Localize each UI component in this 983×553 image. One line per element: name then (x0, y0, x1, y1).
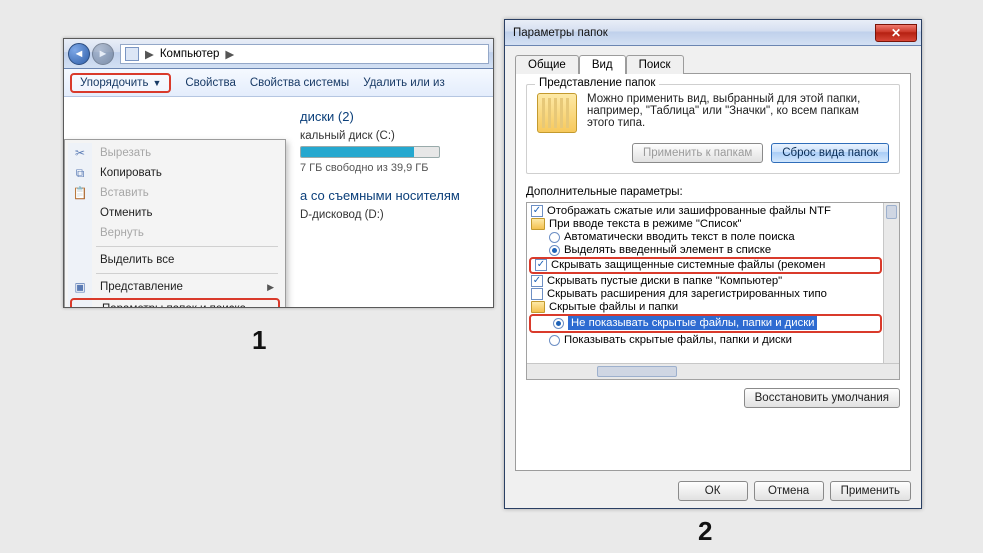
menu-paste[interactable]: 📋 Вставить (68, 183, 282, 203)
menu-folder-options[interactable]: Параметры папок и поиска (70, 298, 280, 308)
list-item[interactable]: Выделять введенный элемент в списке (529, 244, 899, 257)
drive-free-text: 7 ГБ свободно из 39,9 ГБ (300, 162, 485, 174)
advanced-list: Отображать сжатые или зашифрованные файл… (526, 202, 900, 380)
menu-copy[interactable]: ⧉ Копировать (68, 163, 282, 183)
organize-button[interactable]: Упорядочить ▼ (70, 73, 171, 93)
organize-label: Упорядочить (80, 77, 148, 89)
advanced-label: Дополнительные параметры: (526, 186, 900, 198)
highlight-box: Скрывать защищенные системные файлы (рек… (529, 257, 882, 274)
copy-icon: ⧉ (72, 165, 88, 181)
drive-d[interactable]: D-дисковод (D:) (300, 209, 485, 221)
list-item[interactable]: Скрывать расширения для зарегистрированн… (529, 288, 899, 301)
chevron-right-icon: ▶ (267, 282, 274, 293)
properties-button[interactable]: Свойства (185, 77, 236, 89)
dialog-titlebar: Параметры папок ✕ (505, 20, 921, 46)
menu-cut[interactable]: ✂ Вырезать (68, 143, 282, 163)
layout-icon: ▣ (72, 279, 88, 295)
list-item[interactable]: Скрывать пустые диски в папке "Компьютер… (529, 275, 899, 288)
tab-general[interactable]: Общие (515, 55, 579, 74)
scrollbar-horizontal[interactable] (527, 363, 899, 379)
computer-icon (125, 47, 139, 61)
cut-icon: ✂ (72, 145, 88, 161)
folder-icon (537, 93, 577, 133)
apply-button[interactable]: Применить (830, 481, 911, 501)
list-item[interactable]: Показывать скрытые файлы, папки и диски (529, 334, 899, 347)
menu-separator (96, 246, 278, 247)
menu-separator (96, 273, 278, 274)
folder-icon (531, 218, 545, 230)
explorer-body: диски (2) кальный диск (C:) 7 ГБ свободн… (64, 97, 493, 307)
highlight-box: Не показывать скрытые файлы, папки и дис… (529, 314, 882, 333)
list-item[interactable]: Автоматически вводить текст в поле поиск… (529, 231, 899, 244)
group-legend: Представление папок (535, 77, 659, 89)
remove-button[interactable]: Удалить или из (363, 77, 445, 89)
folder-icon (531, 301, 545, 313)
tab-search[interactable]: Поиск (626, 55, 684, 74)
annotation-label-1: 1 (252, 325, 266, 356)
drive-usage-bar (300, 146, 440, 158)
checkbox-icon[interactable] (535, 259, 547, 271)
list-item[interactable]: Отображать сжатые или зашифрованные файл… (529, 205, 899, 218)
organize-menu: ✂ Вырезать ⧉ Копировать 📋 Вставить Отмен… (64, 139, 286, 308)
explorer-titlebar: ◄ ► ▶ Компьютер ▶ (64, 39, 493, 69)
close-icon: ✕ (891, 26, 901, 40)
menu-select-all[interactable]: Выделить все (68, 250, 282, 270)
tab-panel-view: Представление папок Можно применить вид,… (515, 73, 911, 471)
menu-redo[interactable]: Вернуть (68, 223, 282, 243)
list-item[interactable]: При вводе текста в режиме "Список" (529, 218, 899, 231)
chevron-right-icon: ▶ (225, 47, 234, 61)
tab-strip: Общие Вид Поиск (515, 55, 911, 74)
chevron-down-icon: ▼ (152, 78, 161, 88)
folder-options-dialog: Параметры папок ✕ Общие Вид Поиск Предст… (504, 19, 922, 509)
apply-to-folders-button[interactable]: Применить к папкам (632, 143, 763, 163)
list-item-dont-show-hidden[interactable]: Не показывать скрытые файлы, папки и дис… (533, 316, 880, 331)
menu-layout[interactable]: ▣ Представление ▶ (68, 277, 282, 297)
paste-icon: 📋 (72, 185, 88, 201)
ok-button[interactable]: ОК (678, 481, 748, 501)
checkbox-icon[interactable] (531, 275, 543, 287)
dialog-title: Параметры папок (513, 27, 608, 39)
radio-icon[interactable] (553, 318, 564, 329)
list-item-hide-protected[interactable]: Скрывать защищенные системные файлы (рек… (533, 259, 880, 272)
breadcrumb-item[interactable]: Компьютер (160, 48, 220, 60)
reset-folders-button[interactable]: Сброс вида папок (771, 143, 889, 163)
system-properties-button[interactable]: Свойства системы (250, 77, 349, 89)
explorer-window: ◄ ► ▶ Компьютер ▶ Упорядочить ▼ Свойства… (63, 38, 494, 308)
checkbox-icon[interactable] (531, 205, 543, 217)
chevron-right-icon: ▶ (145, 47, 154, 61)
scrollbar-vertical[interactable] (883, 203, 899, 363)
cancel-button[interactable]: Отмена (754, 481, 824, 501)
restore-defaults-button[interactable]: Восстановить умолчания (744, 388, 900, 408)
group-text: Можно применить вид, выбранный для этой … (587, 93, 889, 129)
nav-forward-button[interactable]: ► (92, 43, 114, 65)
section-hard-disks: диски (2) (300, 109, 485, 124)
dialog-buttons: ОК Отмена Применить (515, 481, 911, 501)
list-item[interactable]: Скрытые файлы и папки (529, 301, 899, 314)
nav-back-button[interactable]: ◄ (68, 43, 90, 65)
menu-undo[interactable]: Отменить (68, 203, 282, 223)
folder-views-group: Представление папок Можно применить вид,… (526, 84, 900, 174)
radio-icon[interactable] (549, 245, 560, 256)
checkbox-icon[interactable] (531, 288, 543, 300)
annotation-label-2: 2 (698, 516, 712, 547)
section-removable: а со съемными носителям (300, 188, 485, 203)
radio-icon[interactable] (549, 232, 560, 243)
close-button[interactable]: ✕ (875, 24, 917, 42)
radio-icon[interactable] (549, 335, 560, 346)
explorer-toolbar: Упорядочить ▼ Свойства Свойства системы … (64, 69, 493, 97)
drive-c[interactable]: кальный диск (C:) (300, 130, 485, 142)
breadcrumb[interactable]: ▶ Компьютер ▶ (120, 44, 489, 64)
tab-view[interactable]: Вид (579, 55, 626, 74)
